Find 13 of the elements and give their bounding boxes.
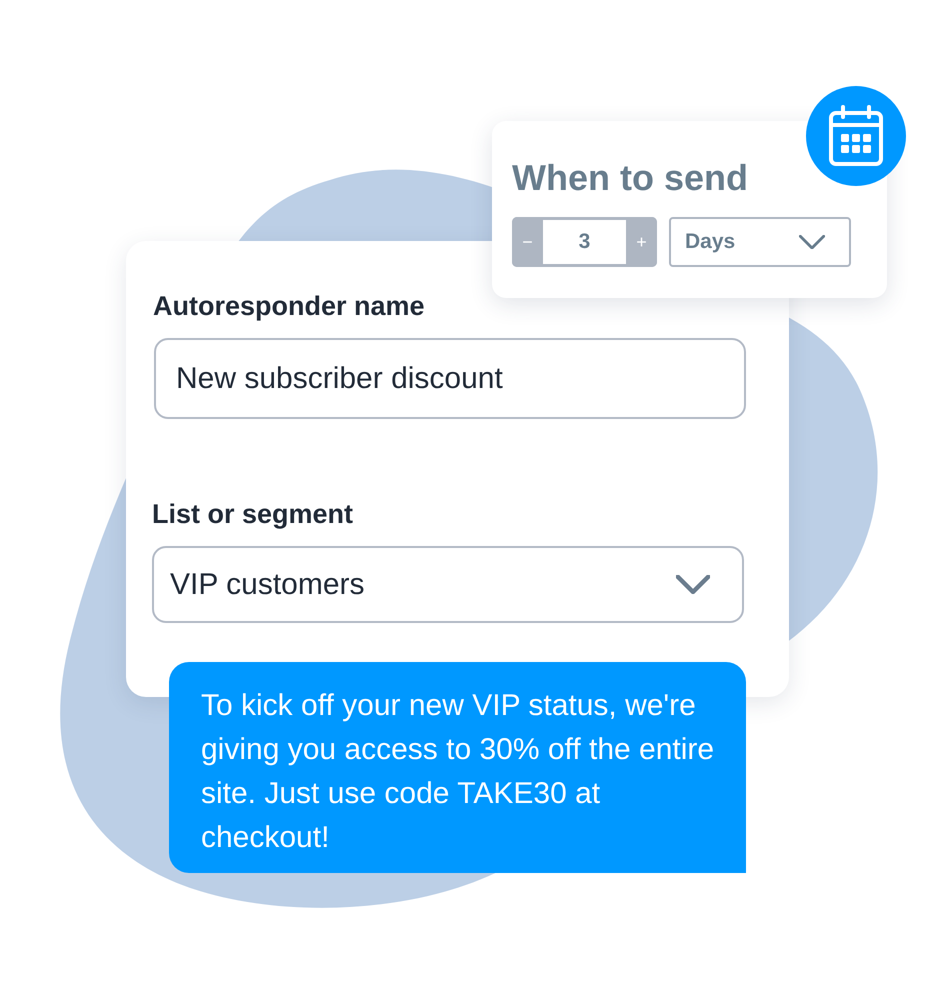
name-input-field[interactable]: New subscriber discount [154, 338, 746, 419]
message-bubble: To kick off your new VIP status, we're giving you access to 30% off the entire site. Just use code TAKE30 at checkout! [169, 662, 746, 873]
segment-select[interactable]: VIP customers [152, 546, 744, 623]
card-title: When to send [512, 157, 749, 199]
field-label: Autoresponder name [153, 291, 426, 322]
unit-select[interactable]: Days [669, 217, 851, 267]
stepper-value: 3 [543, 220, 626, 264]
chevron-down-icon [799, 234, 825, 250]
field-label: List or segment [152, 499, 354, 530]
select-value: Days [685, 230, 736, 254]
calendar-icon [828, 105, 884, 167]
chevron-down-icon [676, 575, 710, 594]
select-value: VIP customers [170, 568, 365, 602]
